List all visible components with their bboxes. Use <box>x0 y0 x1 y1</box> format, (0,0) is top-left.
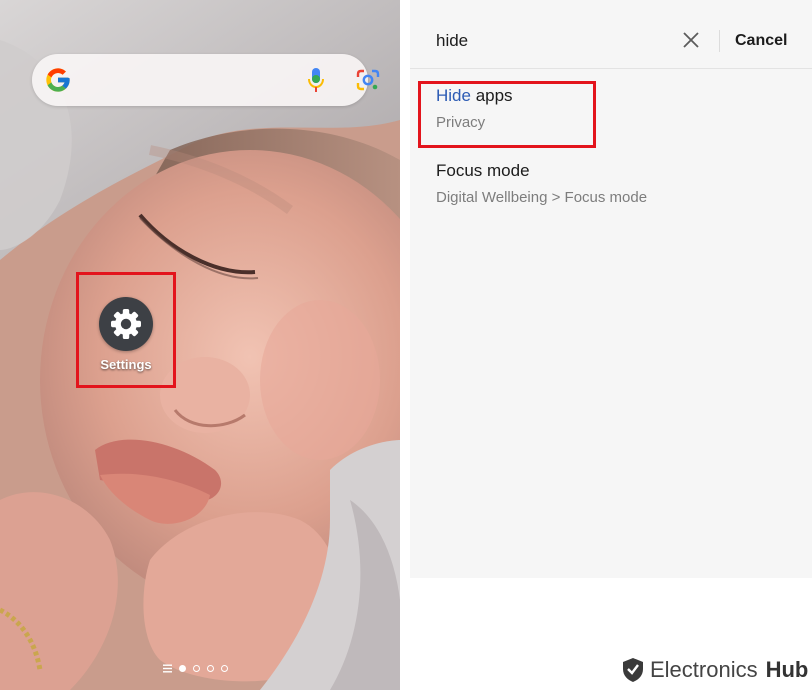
result-title: Focus mode <box>436 161 647 181</box>
result-title-rest: Focus mode <box>436 161 530 180</box>
highlight-box-hide-apps <box>418 81 596 148</box>
google-lens-icon[interactable] <box>355 68 381 92</box>
brand-name-electronics: Electronics <box>650 657 758 682</box>
search-divider <box>719 30 720 52</box>
page-dot-2[interactable] <box>193 664 200 672</box>
page-indicator[interactable] <box>163 661 228 675</box>
electronics-hub-watermark: Electronics Hub <box>622 655 808 685</box>
home-screen: Settings <box>0 0 400 690</box>
shield-logo-icon <box>623 658 643 682</box>
brand-name-hub: Hub <box>765 657 809 682</box>
search-input[interactable]: hide <box>436 31 468 51</box>
microphone-icon[interactable] <box>306 67 326 93</box>
google-search-widget[interactable] <box>32 54 380 106</box>
search-bar: hide Cancel <box>410 0 812 69</box>
cancel-button[interactable]: Cancel <box>735 32 787 50</box>
result-subtitle: Digital Wellbeing > Focus mode <box>436 189 648 206</box>
search-result-focus-mode[interactable]: Focus mode Digital Wellbeing > Focus mod… <box>436 161 647 206</box>
page-dot-3[interactable] <box>207 664 214 672</box>
page-dot-1[interactable] <box>179 664 186 672</box>
highlight-box-settings <box>76 272 176 388</box>
google-g-icon <box>46 68 70 92</box>
page-dot-4[interactable] <box>221 664 228 672</box>
close-icon[interactable] <box>682 31 700 49</box>
app-drawer-icon[interactable] <box>163 664 172 673</box>
